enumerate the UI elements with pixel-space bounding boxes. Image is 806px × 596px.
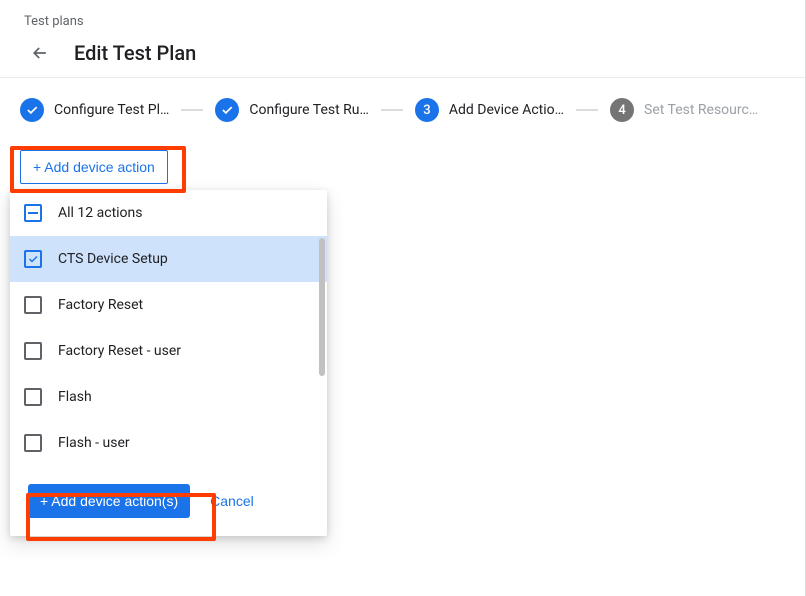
step-label: Configure Test Pl… — [54, 102, 169, 118]
option-label: CTS Device Setup — [58, 251, 168, 267]
checkbox-unchecked-icon[interactable] — [24, 434, 42, 452]
step-connector — [576, 109, 598, 111]
option-cts-device-setup[interactable]: CTS Device Setup — [10, 236, 327, 282]
back-arrow-icon[interactable] — [30, 43, 50, 63]
check-icon — [215, 98, 239, 122]
option-label: Flash - user — [58, 435, 130, 451]
add-device-actions-confirm-button[interactable]: + Add device action(s) — [28, 484, 190, 518]
checkbox-unchecked-icon[interactable] — [24, 296, 42, 314]
step-add-device-actions[interactable]: 3 Add Device Actio… — [415, 98, 564, 122]
main-content: + Add device action All 12 actions CTS D… — [0, 130, 806, 184]
checkbox-checked-icon[interactable] — [24, 250, 42, 268]
checkbox-unchecked-icon[interactable] — [24, 342, 42, 360]
option-label: Factory Reset - user — [58, 343, 181, 359]
stepper: Configure Test Pl… Configure Test Ru… 3 … — [0, 78, 806, 130]
page-title: Edit Test Plan — [74, 41, 196, 65]
option-label: Factory Reset — [58, 297, 143, 313]
option-label: Flash — [58, 389, 92, 405]
step-connector — [381, 109, 403, 111]
option-list: All 12 actions CTS Device Setup Factory … — [10, 190, 327, 466]
page-header: Test plans Edit Test Plan — [0, 0, 806, 77]
option-factory-reset-user[interactable]: Factory Reset - user — [10, 328, 327, 374]
option-flash-user[interactable]: Flash - user — [10, 420, 327, 466]
option-flash[interactable]: Flash — [10, 374, 327, 420]
option-label: All 12 actions — [58, 205, 143, 221]
step-connector — [181, 109, 203, 111]
device-action-dropdown: All 12 actions CTS Device Setup Factory … — [10, 190, 327, 536]
breadcrumb[interactable]: Test plans — [24, 14, 782, 29]
step-configure-test-plan[interactable]: Configure Test Pl… — [20, 98, 169, 122]
checkbox-unchecked-icon[interactable] — [24, 388, 42, 406]
step-label: Set Test Resourc… — [644, 102, 758, 118]
step-number-icon: 3 — [415, 98, 439, 122]
option-factory-reset[interactable]: Factory Reset — [10, 282, 327, 328]
checkbox-indeterminate-icon[interactable] — [24, 204, 42, 222]
option-all-actions[interactable]: All 12 actions — [10, 190, 327, 236]
step-set-test-resources[interactable]: 4 Set Test Resourc… — [610, 98, 758, 122]
step-label: Add Device Actio… — [449, 102, 564, 118]
cancel-button[interactable]: Cancel — [210, 493, 254, 509]
step-configure-test-run[interactable]: Configure Test Ru… — [215, 98, 369, 122]
step-label: Configure Test Ru… — [249, 102, 369, 118]
scrollbar-thumb[interactable] — [319, 238, 325, 376]
dropdown-footer: + Add device action(s) Cancel — [10, 466, 327, 536]
step-number-icon: 4 — [610, 98, 634, 122]
check-icon — [20, 98, 44, 122]
add-device-action-button[interactable]: + Add device action — [20, 150, 168, 184]
